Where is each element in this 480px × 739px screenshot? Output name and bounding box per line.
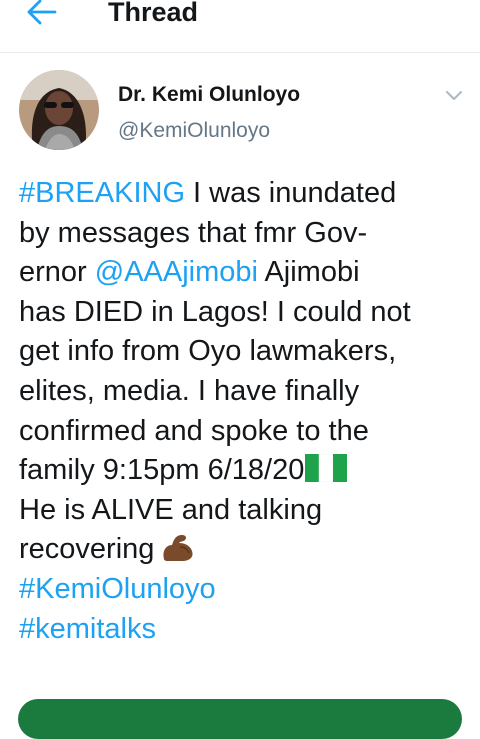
- arrow-left-icon: [27, 0, 57, 25]
- author-name[interactable]: Dr. Kemi Olunloyo: [118, 83, 300, 107]
- tweet-line: He is ALIVE and talking: [19, 493, 323, 526]
- page-title: Thread: [108, 0, 199, 27]
- tweet-line: ernor @AAAjimobi Ajimobi: [19, 256, 360, 289]
- hashtag-breaking[interactable]: #BREAKING: [19, 177, 185, 209]
- tweet-line: has DIED in Lagos! I could not: [19, 295, 411, 328]
- hashtag-kemiolunloyo[interactable]: #KemiOlunloyo: [19, 570, 469, 610]
- chevron-down-icon: [446, 91, 462, 100]
- bottom-banner[interactable]: [18, 699, 462, 739]
- thread-header: Thread: [0, 0, 480, 53]
- tweet-line: recovering: [19, 530, 469, 570]
- tweet-line: elites, media. I have finally: [19, 374, 360, 407]
- mention-link[interactable]: @AAAjimobi: [95, 256, 258, 288]
- hashtag-kemitalks[interactable]: #kemitalks: [19, 610, 469, 650]
- tweet-line: #BREAKING I was inundated: [19, 177, 397, 209]
- tweet-line: family 9:15pm 6/18/20: [19, 451, 469, 491]
- tweet-line: confirmed and spoke to the: [19, 414, 369, 447]
- nigeria-flag-icon: [305, 454, 348, 483]
- tweet-line: get info from Oyo lawmakers,: [19, 335, 397, 368]
- tweet-text: #BREAKING I was inundated by messages th…: [19, 174, 469, 649]
- tweet-line: by messages that fmr Gov-: [19, 216, 368, 249]
- author-handle: @KemiOlunloyo: [118, 119, 271, 142]
- tweet-menu-button[interactable]: [440, 83, 468, 107]
- back-button[interactable]: [22, 0, 62, 30]
- flexed-biceps-icon: [163, 535, 193, 562]
- avatar[interactable]: [19, 70, 99, 150]
